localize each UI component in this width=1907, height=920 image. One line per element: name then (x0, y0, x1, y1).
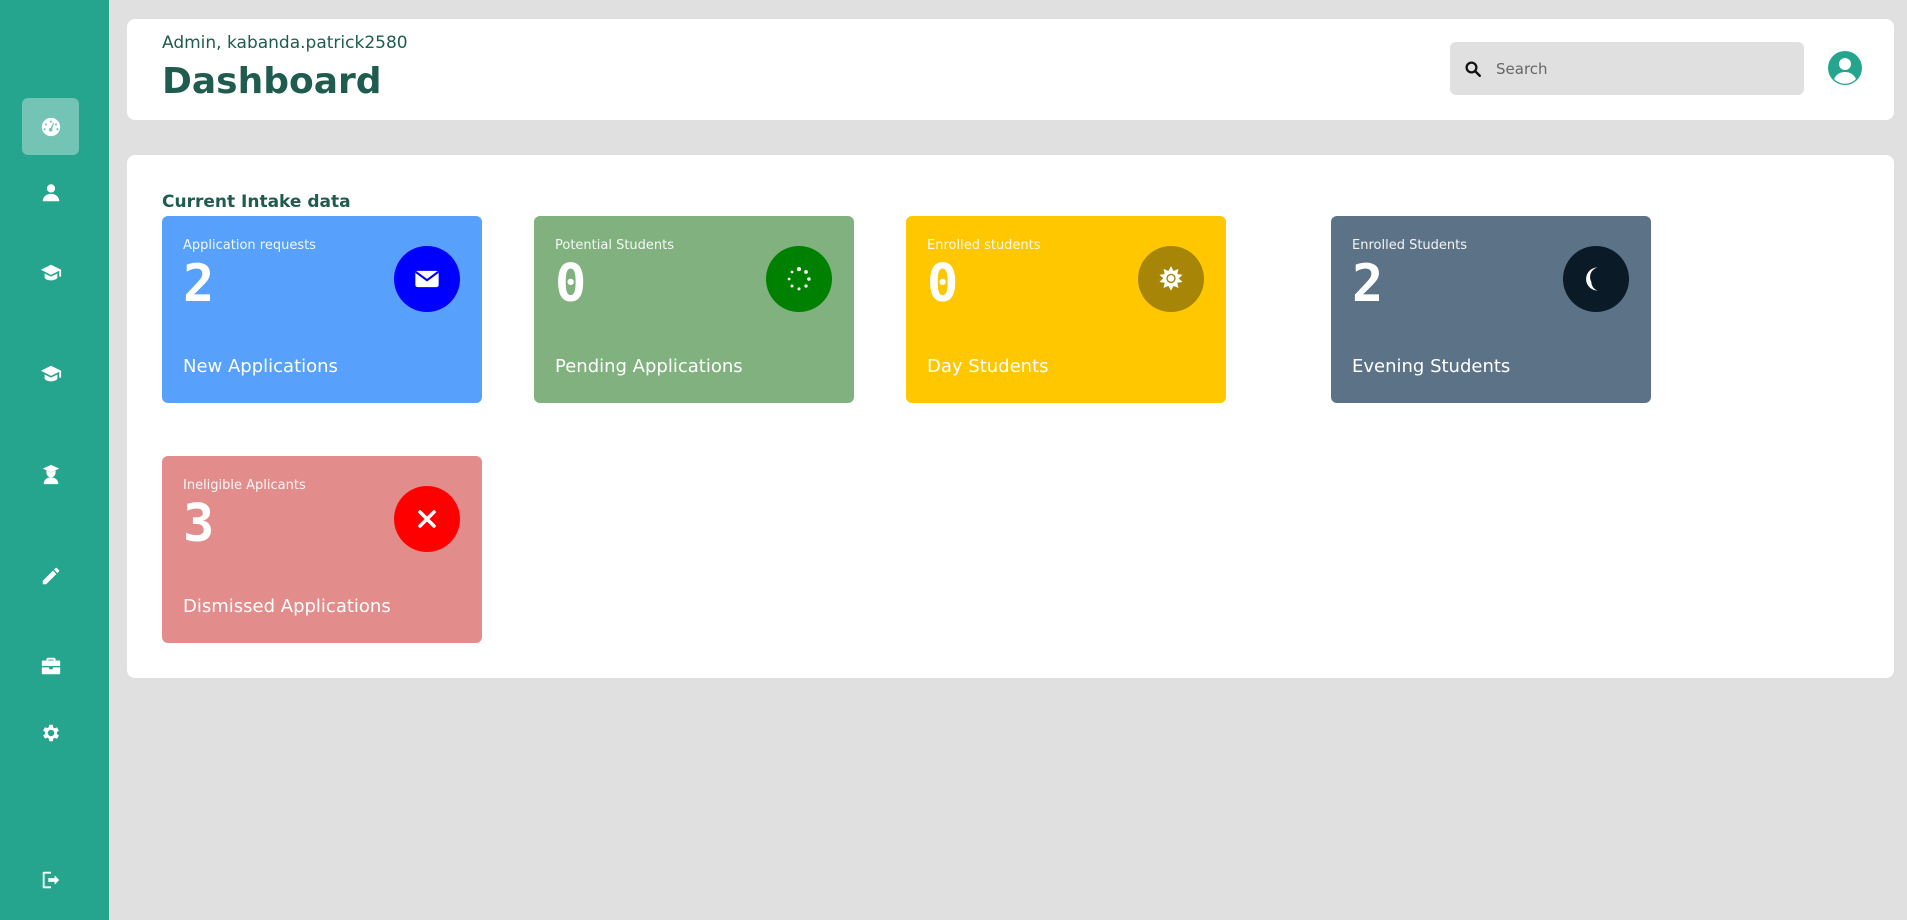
user-icon (42, 183, 59, 201)
card-value: 2 (183, 254, 215, 314)
card-label: Potential Students (555, 238, 675, 253)
spinner-icon (766, 246, 832, 312)
sidebar-item-courses[interactable] (22, 244, 79, 301)
card-label: Enrolled Students (1352, 238, 1468, 253)
section-title: Current Intake data (162, 192, 351, 212)
card-title: Dismissed Applications (183, 596, 391, 617)
main-panel: Current Intake data Application requests… (127, 155, 1894, 678)
sidebar-item-jobs[interactable] (22, 637, 79, 694)
sign-out-icon (42, 871, 59, 888)
card-value: 3 (183, 494, 215, 554)
sidebar-item-dashboard[interactable] (22, 98, 79, 155)
gear-icon (42, 724, 59, 741)
card-evening-students[interactable]: Enrolled Students 2 Evening Students (1331, 216, 1651, 403)
envelope-icon (394, 246, 460, 312)
sidebar-item-users[interactable] (22, 164, 79, 221)
sidebar-item-logout[interactable] (22, 851, 79, 908)
card-label: Ineligible Aplicants (183, 478, 306, 493)
user-circle-icon (1828, 51, 1862, 85)
sidebar-item-students[interactable] (22, 446, 79, 503)
card-pending-applications[interactable]: Potential Students 0 Pending Application… (534, 216, 854, 403)
pencil-icon (42, 567, 59, 584)
card-title: New Applications (183, 356, 338, 377)
sidebar (0, 0, 109, 920)
sun-icon (1138, 246, 1204, 312)
dashboard-icon (41, 117, 60, 136)
graduation-cap-icon (40, 365, 61, 381)
card-title: Evening Students (1352, 356, 1511, 377)
card-dismissed-applications[interactable]: Ineligible Aplicants 3 Dismissed Applica… (162, 456, 482, 643)
card-value: 0 (555, 254, 587, 314)
search-icon (1462, 58, 1484, 80)
search-input[interactable] (1496, 59, 1786, 78)
card-title: Pending Applications (555, 356, 743, 377)
card-title: Day Students (927, 356, 1049, 377)
card-value: 2 (1352, 254, 1384, 314)
sidebar-item-edit[interactable] (22, 547, 79, 604)
close-icon (394, 486, 460, 552)
user-graduate-icon (42, 464, 59, 484)
card-new-applications[interactable]: Application requests 2 New Applications (162, 216, 482, 403)
avatar[interactable] (1827, 50, 1863, 86)
card-label: Application requests (183, 238, 316, 253)
card-day-students[interactable]: Enrolled students 0 Day Students (906, 216, 1226, 403)
briefcase-icon (41, 657, 60, 674)
sidebar-item-settings[interactable] (22, 704, 79, 761)
page-title: Dashboard (162, 61, 382, 102)
sidebar-item-programs[interactable] (22, 345, 79, 402)
card-label: Enrolled students (927, 238, 1041, 253)
graduation-cap-icon (40, 264, 61, 280)
header: Admin, kabanda.patrick2580 Dashboard (127, 19, 1894, 120)
search-box[interactable] (1450, 42, 1804, 95)
card-value: 0 (927, 254, 959, 314)
moon-icon (1563, 246, 1629, 312)
user-greeting: Admin, kabanda.patrick2580 (162, 33, 408, 53)
